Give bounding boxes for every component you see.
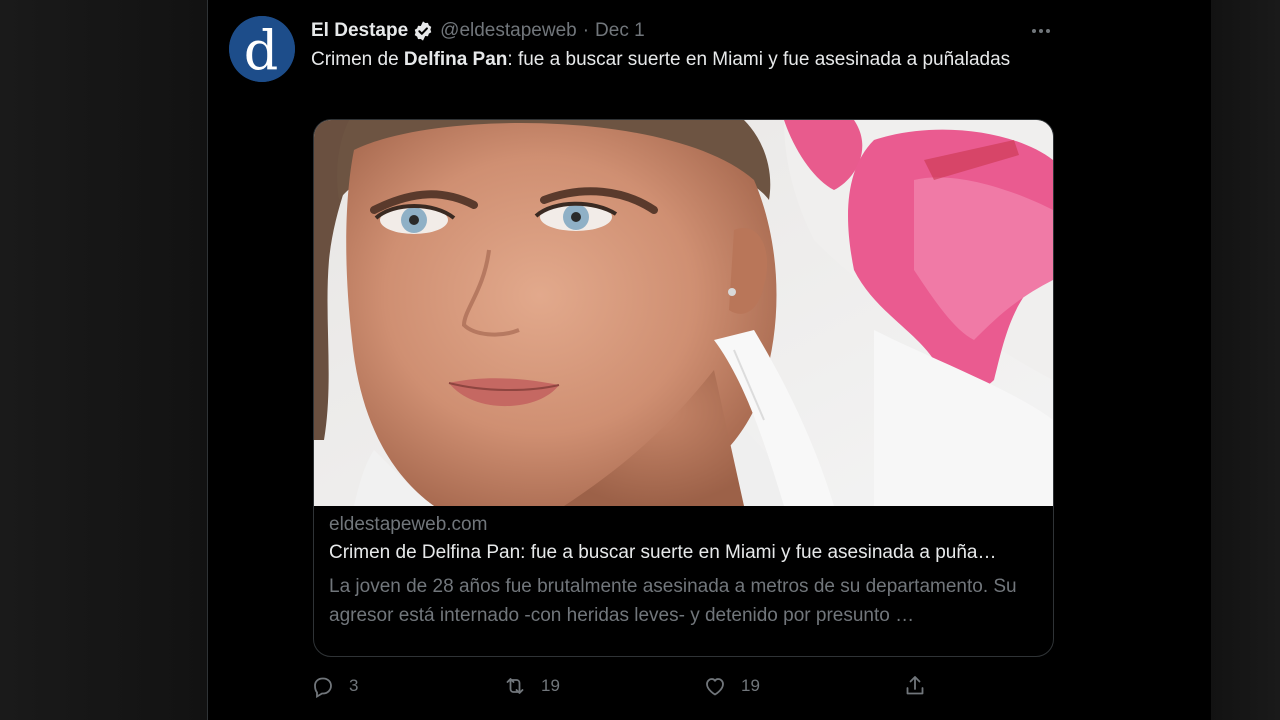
tweet-text: Crimen de Delfina Pan: fue a buscar suer… <box>311 46 1031 74</box>
tweet-text-bold: Delfina Pan <box>403 49 508 70</box>
verified-badge-icon <box>414 21 432 41</box>
avatar[interactable]: d <box>229 16 295 82</box>
tweet-text-prefix: Crimen de <box>311 49 404 70</box>
page-background-right <box>1210 0 1280 720</box>
like-button[interactable]: 19 <box>703 668 760 704</box>
page-background-left <box>0 0 207 720</box>
heart-icon <box>706 678 724 696</box>
reply-button[interactable]: 3 <box>311 668 358 704</box>
card-body[interactable]: eldestapeweb.com Crimen de Delfina Pan: … <box>314 506 1053 656</box>
retweet-count: 19 <box>541 676 560 695</box>
retweet-button[interactable]: 19 <box>503 668 560 704</box>
tweet-actions: 3 19 19 <box>311 668 1071 704</box>
tweet-date[interactable]: Dec 1 <box>595 20 645 42</box>
link-preview-card[interactable]: eldestapeweb.com Crimen de Delfina Pan: … <box>313 119 1054 657</box>
card-image[interactable] <box>314 120 1053 506</box>
like-count: 19 <box>741 676 760 695</box>
portrait-photo <box>314 120 1053 506</box>
author-name[interactable]: El Destape <box>311 20 408 42</box>
retweet-icon <box>506 678 524 694</box>
reply-icon <box>314 677 332 698</box>
eldestape-logo: d <box>229 16 295 82</box>
share-button[interactable] <box>903 668 927 704</box>
tweet-text-suffix: : fue a buscar suerte en Miami y fue ase… <box>507 49 1011 70</box>
tweet-header: El Destape @eldestapeweb · Dec 1 <box>311 18 645 44</box>
card-domain: eldestapeweb.com <box>329 514 488 535</box>
svg-text:d: d <box>244 19 279 82</box>
reply-count: 3 <box>349 676 359 695</box>
card-title: Crimen de Delfina Pan: fue a buscar suer… <box>329 542 997 563</box>
more-horizontal-icon[interactable] <box>1024 18 1058 44</box>
share-icon <box>906 676 924 695</box>
card-description: La joven de 28 años fue brutalmente ases… <box>329 576 1017 626</box>
author-handle[interactable]: @eldestapeweb <box>440 20 577 42</box>
separator-dot: · <box>582 20 590 41</box>
